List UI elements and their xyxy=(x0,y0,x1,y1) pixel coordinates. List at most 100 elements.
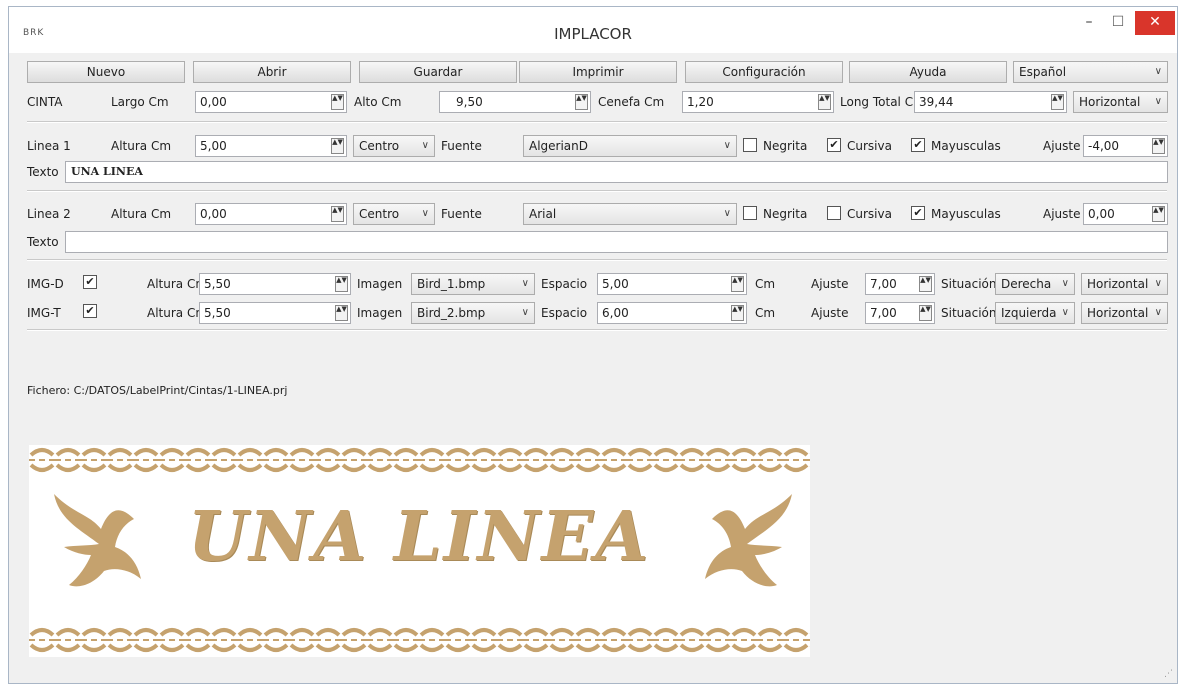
cinta-label: CINTA xyxy=(27,95,63,109)
language-select[interactable]: Español ∨ xyxy=(1013,61,1168,83)
spin-arrows-icon[interactable]: ▲▼ xyxy=(919,305,932,321)
img-d-altura-value: 5,50 xyxy=(204,277,231,291)
linea2-texto-input[interactable] xyxy=(65,231,1168,253)
title-bar: BRK IMPLACOR – ☐ ✕ xyxy=(9,7,1177,53)
linea2-cursiva-checkbox[interactable] xyxy=(827,206,841,220)
linea1-cursiva-label: Cursiva xyxy=(847,139,892,153)
linea2-ajuste-spinbox[interactable]: 0,00 ▲▼ xyxy=(1083,203,1168,225)
img-d-ajuste-spinbox[interactable]: 7,00 ▲▼ xyxy=(865,273,935,295)
img-d-checkbox[interactable]: ✔ xyxy=(83,275,97,289)
chevron-down-icon: ∨ xyxy=(1154,278,1162,289)
img-d-altura-spinbox[interactable]: 5,50 ▲▼ xyxy=(199,273,351,295)
spin-arrows-icon[interactable]: ▲▼ xyxy=(1051,94,1064,110)
linea2-align-select[interactable]: Centro ∨ xyxy=(353,203,435,225)
linea2-font-value: Arial xyxy=(529,207,557,221)
img-t-imagen-value: Bird_2.bmp xyxy=(417,306,486,320)
largo-label: Largo Cm xyxy=(111,95,169,109)
spin-arrows-icon[interactable]: ▲▼ xyxy=(331,94,344,110)
img-t-orientation-select[interactable]: Horizontal ∨ xyxy=(1081,302,1168,324)
spin-arrows-icon[interactable]: ▲▼ xyxy=(331,206,344,222)
spin-arrows-icon[interactable]: ▲▼ xyxy=(818,94,831,110)
img-t-ajuste-value: 7,00 xyxy=(870,306,897,320)
cenefa-spinbox[interactable]: 1,20 ▲▼ xyxy=(682,91,834,113)
linea2-texto-label: Texto xyxy=(27,235,59,249)
img-t-imagen-select[interactable]: Bird_2.bmp ∨ xyxy=(411,302,535,324)
linea2-mayusculas-checkbox[interactable]: ✔ xyxy=(911,206,925,220)
label-preview: UNA LINEA xyxy=(29,445,810,657)
img-t-checkbox[interactable]: ✔ xyxy=(83,304,97,318)
linea2-ajuste-value: 0,00 xyxy=(1088,207,1115,221)
spin-arrows-icon[interactable]: ▲▼ xyxy=(731,305,744,321)
cinta-orientation-select[interactable]: Horizontal ∨ xyxy=(1073,91,1168,113)
linea1-align-select[interactable]: Centro ∨ xyxy=(353,135,435,157)
separator xyxy=(27,329,1167,331)
configuracion-button[interactable]: Configuración xyxy=(685,61,843,83)
img-t-espacio-spinbox[interactable]: 6,00 ▲▼ xyxy=(597,302,747,324)
img-t-situacion-select[interactable]: Izquierda ∨ xyxy=(995,302,1075,324)
img-d-espacio-spinbox[interactable]: 5,00 ▲▼ xyxy=(597,273,747,295)
largo-spinbox[interactable]: 0,00 ▲▼ xyxy=(195,91,347,113)
linea2-font-select[interactable]: Arial ∨ xyxy=(523,203,737,225)
alto-value: 9,50 xyxy=(456,95,483,109)
spin-arrows-icon[interactable]: ▲▼ xyxy=(331,138,344,154)
linea2-negrita-checkbox[interactable] xyxy=(743,206,757,220)
spin-arrows-icon[interactable]: ▲▼ xyxy=(575,94,588,110)
linea1-altura-value: 5,00 xyxy=(200,139,227,153)
linea1-align-value: Centro xyxy=(359,139,400,153)
linea1-cursiva-checkbox[interactable]: ✔ xyxy=(827,138,841,152)
img-d-imagen-select[interactable]: Bird_1.bmp ∨ xyxy=(411,273,535,295)
img-d-cm-label: Cm xyxy=(755,277,776,291)
linea1-texto-value: UNA LINEA xyxy=(71,165,143,178)
braid-border-top xyxy=(29,447,810,473)
img-d-situacion-select[interactable]: Derecha ∨ xyxy=(995,273,1075,295)
resize-grip-icon[interactable]: ⋰ xyxy=(1164,669,1173,679)
linea2-altura-spinbox[interactable]: 0,00 ▲▼ xyxy=(195,203,347,225)
spin-arrows-icon[interactable]: ▲▼ xyxy=(1152,206,1165,222)
minimize-button[interactable]: – xyxy=(1074,11,1104,35)
img-t-espacio-label: Espacio xyxy=(541,306,588,320)
chevron-down-icon: ∨ xyxy=(1061,278,1069,289)
img-t-orientation-value: Horizontal xyxy=(1087,306,1149,320)
abrir-button[interactable]: Abrir xyxy=(193,61,351,83)
spin-arrows-icon[interactable]: ▲▼ xyxy=(335,276,348,292)
img-t-cm-label: Cm xyxy=(755,306,776,320)
linea1-font-select[interactable]: AlgerianD ∨ xyxy=(523,135,737,157)
file-path: Fichero: C:/DATOS/LabelPrint/Cintas/1-LI… xyxy=(27,384,288,397)
braid-border-bottom xyxy=(29,627,810,653)
nuevo-button[interactable]: Nuevo xyxy=(27,61,185,83)
bird-right-icon xyxy=(705,494,792,587)
linea1-mayusculas-checkbox[interactable]: ✔ xyxy=(911,138,925,152)
linea1-texto-input[interactable]: UNA LINEA xyxy=(65,161,1168,183)
linea1-altura-spinbox[interactable]: 5,00 ▲▼ xyxy=(195,135,347,157)
linea1-fuente-label: Fuente xyxy=(441,139,482,153)
chevron-down-icon: ∨ xyxy=(521,307,529,318)
close-button[interactable]: ✕ xyxy=(1135,11,1175,35)
language-value: Español xyxy=(1019,65,1067,79)
img-t-situacion-value: Izquierda xyxy=(1001,306,1057,320)
guardar-button[interactable]: Guardar xyxy=(359,61,517,83)
linea1-texto-label: Texto xyxy=(27,165,59,179)
img-t-ajuste-spinbox[interactable]: 7,00 ▲▼ xyxy=(865,302,935,324)
separator xyxy=(27,259,1167,261)
ayuda-button[interactable]: Ayuda xyxy=(849,61,1007,83)
long-total-value: 39,44 xyxy=(919,95,954,109)
alto-spinbox[interactable]: 9,50 ▲▼ xyxy=(439,91,591,113)
maximize-button[interactable]: ☐ xyxy=(1103,11,1133,35)
spin-arrows-icon[interactable]: ▲▼ xyxy=(1152,138,1165,154)
linea2-ajuste-label: Ajuste xyxy=(1043,207,1081,221)
img-t-altura-spinbox[interactable]: 5,50 ▲▼ xyxy=(199,302,351,324)
img-d-ajuste-label: Ajuste xyxy=(811,277,849,291)
imprimir-button[interactable]: Imprimir xyxy=(519,61,677,83)
spin-arrows-icon[interactable]: ▲▼ xyxy=(919,276,932,292)
img-d-orientation-select[interactable]: Horizontal ∨ xyxy=(1081,273,1168,295)
spin-arrows-icon[interactable]: ▲▼ xyxy=(335,305,348,321)
long-total-spinbox[interactable]: 39,44 ▲▼ xyxy=(914,91,1067,113)
linea1-negrita-checkbox[interactable] xyxy=(743,138,757,152)
linea1-ajuste-spinbox[interactable]: -4,00 ▲▼ xyxy=(1083,135,1168,157)
cenefa-value: 1,20 xyxy=(687,95,714,109)
chevron-down-icon: ∨ xyxy=(421,140,429,151)
window-title: IMPLACOR xyxy=(554,25,632,43)
separator xyxy=(27,190,1167,192)
spin-arrows-icon[interactable]: ▲▼ xyxy=(731,276,744,292)
img-d-imagen-value: Bird_1.bmp xyxy=(417,277,486,291)
